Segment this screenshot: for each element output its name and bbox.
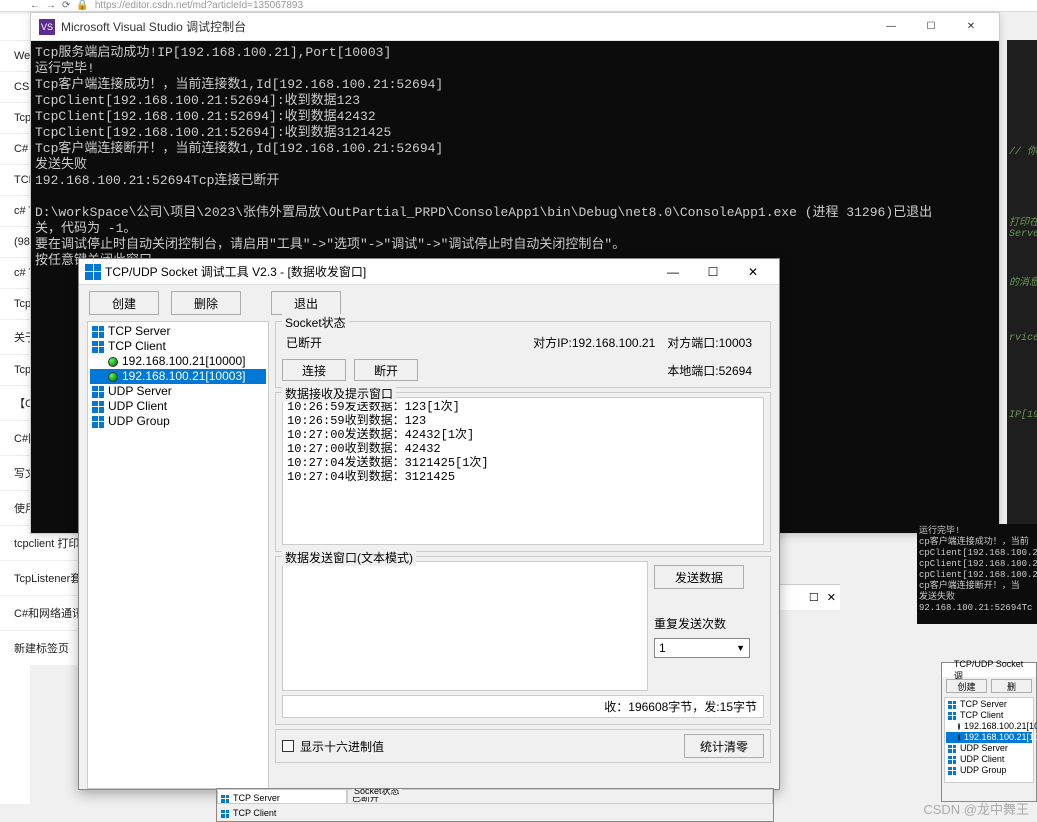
maximize-button[interactable]: ☐ xyxy=(911,15,951,39)
mini-tree-item[interactable]: UDP Group xyxy=(946,765,1032,776)
nav-back-icon[interactable]: ← xyxy=(30,0,40,11)
new-tab[interactable]: 新建标签页Ctrl+T xyxy=(0,630,90,665)
local-port-label: 本地端口: xyxy=(667,364,718,378)
mini-tree-node[interactable]: 192.168.100.21[1000 xyxy=(946,721,1032,732)
close-icon[interactable]: ✕ xyxy=(827,591,836,604)
tree-tcp-server[interactable]: TCP Server xyxy=(90,324,266,339)
code-fragment: // 你 打印在 Serve 的消息 rvice IP[19 xyxy=(1007,140,1037,520)
tree-node-1[interactable]: 192.168.100.21[10000] xyxy=(90,354,266,369)
mini-tree[interactable]: TCP Server TCP Client 192.168.100.21[100… xyxy=(944,697,1034,783)
repeat-label: 重复发送次数 xyxy=(654,615,764,632)
url-text[interactable]: https://editor.csdn.net/md?articleId=135… xyxy=(95,0,303,11)
mini-tree-item[interactable]: TCP Server xyxy=(946,699,1032,710)
partial-window-controls: ☐ ✕ xyxy=(778,584,840,610)
frag-tree-item[interactable]: TCP Server xyxy=(219,791,345,806)
maximize-icon[interactable]: ☐ xyxy=(809,591,819,604)
local-port-value: 52694 xyxy=(719,364,752,378)
connection-state: 已断开 xyxy=(286,334,533,351)
watermark: CSDN @龙中舞王 xyxy=(923,799,1029,818)
remote-ip-value: 192.168.100.21 xyxy=(572,336,655,350)
exit-button[interactable]: 退出 xyxy=(271,291,341,315)
send-legend: 数据发送窗口(文本模式) xyxy=(282,549,416,566)
console-title: Microsoft Visual Studio 调试控制台 xyxy=(61,18,871,35)
mini-tree-item[interactable]: UDP Client xyxy=(946,754,1032,765)
browser-address-bar: ← → ⟳ 🔒 https://editor.csdn.net/md?artic… xyxy=(0,0,1037,12)
mini-tree-node-selected[interactable]: 192.168.100.21[1000 xyxy=(946,732,1032,743)
tree-udp-client[interactable]: UDP Client xyxy=(90,399,266,414)
maximize-button[interactable]: ☐ xyxy=(693,261,733,283)
tree-node-2-selected[interactable]: 192.168.100.21[10003] xyxy=(90,369,266,384)
repeat-count-select[interactable]: 1▼ xyxy=(654,638,750,658)
send-data-button[interactable]: 发送数据 xyxy=(654,565,744,589)
bottom-socket-fragment: TCP Server TCP Client Socket状态 已断开 xyxy=(216,788,774,822)
tree-tcp-client[interactable]: TCP Client xyxy=(90,339,266,354)
lock-icon: 🔒 xyxy=(76,0,88,11)
close-button[interactable]: ✕ xyxy=(733,261,773,283)
status-dot-icon xyxy=(108,372,118,382)
mini-delete-button[interactable]: 删 xyxy=(991,679,1032,693)
socket-debug-tool-window: TCP/UDP Socket 调试工具 V2.3 - [数据收发窗口] — ☐ … xyxy=(78,258,780,790)
tab-fragment[interactable]: C#和网络通讯 xyxy=(0,595,90,630)
socket-titlebar[interactable]: TCP/UDP Socket 调试工具 V2.3 - [数据收发窗口] — ☐ … xyxy=(79,259,779,285)
mini-tree-item[interactable]: UDP Server xyxy=(946,743,1032,754)
minimize-button[interactable]: — xyxy=(871,15,911,39)
console-fragment-right: 运行完毕! cp客户端连接成功！，当前 cpClient[192.168.100… xyxy=(917,524,1037,624)
status-dot-icon xyxy=(108,357,118,367)
tab-fragment[interactable]: TcpListener套 xyxy=(0,560,90,595)
clear-stats-button[interactable]: 统计清零 xyxy=(684,734,764,758)
app-icon xyxy=(85,264,101,280)
close-button[interactable]: ✕ xyxy=(951,15,991,39)
remote-port-value: 10003 xyxy=(719,336,752,350)
delete-button[interactable]: 删除 xyxy=(171,291,241,315)
create-button[interactable]: 创建 xyxy=(89,291,159,315)
app-icon xyxy=(944,665,954,675)
socket-status-group: Socket状态 已断开 对方IP:192.168.100.21 对方端口:10… xyxy=(275,321,771,388)
mini-socket-window: TCP/UDP Socket 调 创建 删 TCP Server TCP Cli… xyxy=(941,662,1037,802)
recv-group: 数据接收及提示窗口 10:26:59发送数据：123[1次] 10:26:59收… xyxy=(275,392,771,552)
mini-create-button[interactable]: 创建 xyxy=(946,679,987,693)
stats-bar: 收：196608字节，发:15字节 xyxy=(282,695,764,718)
hex-checkbox[interactable]: 显示十六进制值 xyxy=(282,738,384,755)
remote-ip-label: 对方IP: xyxy=(533,336,572,350)
nav-fwd-icon[interactable]: → xyxy=(46,0,56,11)
refresh-icon[interactable]: ⟳ xyxy=(62,0,70,11)
connect-button[interactable]: 连接 xyxy=(282,359,346,381)
frag-legend: Socket状态 xyxy=(352,788,402,797)
tree-udp-server[interactable]: UDP Server xyxy=(90,384,266,399)
frag-tree-item[interactable]: TCP Client xyxy=(219,806,345,821)
minimize-button[interactable]: — xyxy=(653,261,693,283)
recv-legend: 数据接收及提示窗口 xyxy=(282,385,396,402)
status-legend: Socket状态 xyxy=(282,314,349,331)
mini-titlebar[interactable]: TCP/UDP Socket 调 xyxy=(942,663,1036,677)
tree-udp-group[interactable]: UDP Group xyxy=(90,414,266,429)
toolbar: 创建 删除 退出 xyxy=(79,285,779,321)
connection-tree[interactable]: TCP Server TCP Client 192.168.100.21[100… xyxy=(87,321,269,789)
console-titlebar[interactable]: VS Microsoft Visual Studio 调试控制台 — ☐ ✕ xyxy=(31,13,999,41)
send-textarea[interactable] xyxy=(282,561,648,691)
disconnect-button[interactable]: 断开 xyxy=(354,359,418,381)
footer-row: 显示十六进制值 统计清零 xyxy=(275,729,771,763)
socket-title: TCP/UDP Socket 调试工具 V2.3 - [数据收发窗口] xyxy=(105,263,653,280)
vs-icon: VS xyxy=(39,19,55,35)
send-group: 数据发送窗口(文本模式) 发送数据 重复发送次数 1▼ 收：196608字节，发… xyxy=(275,556,771,725)
remote-port-label: 对方端口: xyxy=(667,336,718,350)
recv-log[interactable]: 10:26:59发送数据：123[1次] 10:26:59收到数据：123 10… xyxy=(282,397,764,545)
mini-tree-item[interactable]: TCP Client xyxy=(946,710,1032,721)
chevron-down-icon: ▼ xyxy=(736,643,745,653)
